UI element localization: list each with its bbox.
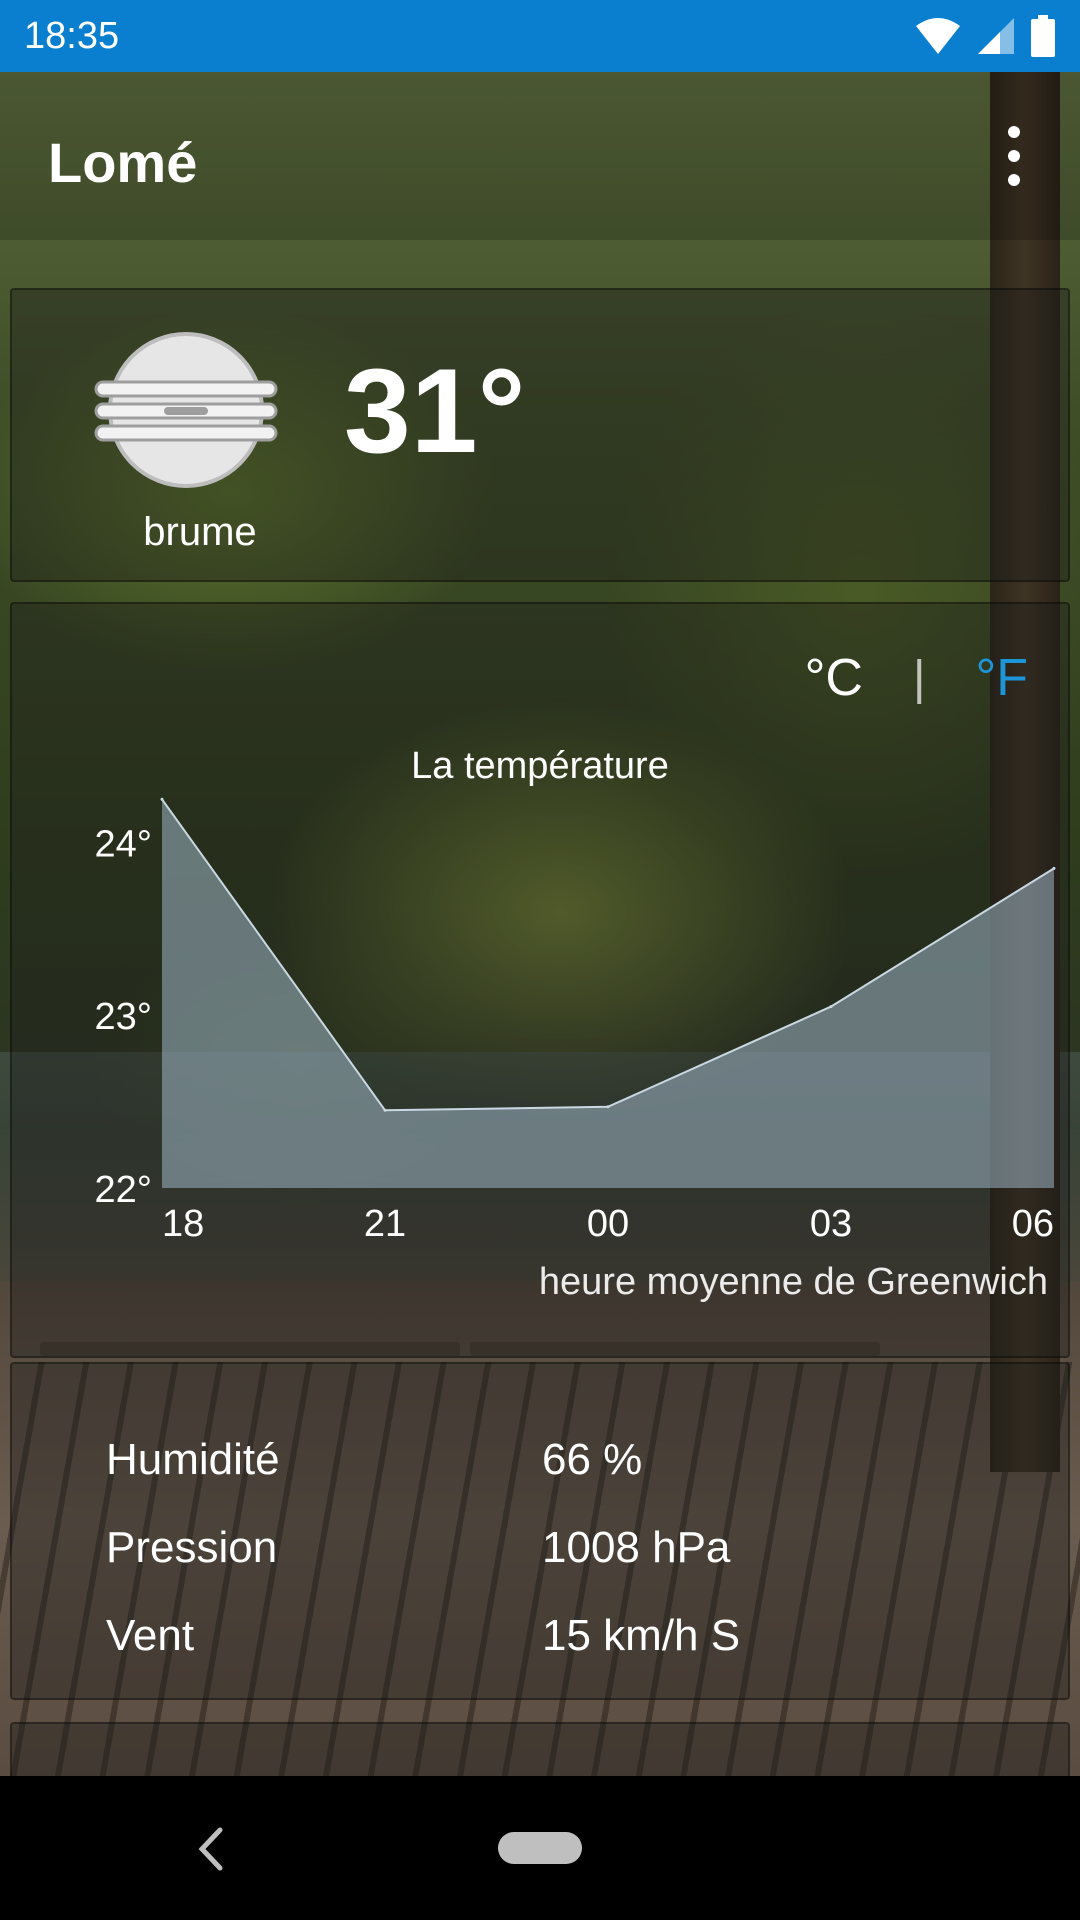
detail-row-pressure: Pression 1008 hPa — [106, 1504, 740, 1592]
detail-value: 66 % — [542, 1435, 643, 1484]
y-tick-label: 23° — [95, 996, 152, 1038]
x-axis-label: heure moyenne de Greenwich — [539, 1261, 1048, 1303]
battery-icon — [1031, 15, 1055, 57]
detail-row-wind: Vent 15 km/h S — [106, 1592, 740, 1680]
x-tick-label: 18 — [162, 1203, 204, 1245]
detail-value: 15 km/h S — [542, 1611, 741, 1660]
y-tick-label: 22° — [95, 1169, 152, 1211]
detail-label: Humidité — [106, 1435, 280, 1484]
x-tick-label: 03 — [810, 1203, 852, 1245]
y-tick-label: 24° — [95, 823, 152, 865]
temperature-point — [383, 1108, 387, 1112]
chart-title: La température — [411, 745, 669, 787]
temperature-area — [162, 799, 1054, 1188]
temperature-chart-card: °C | °F La température 24° 23° 22° 18 21 00 03… — [10, 602, 1070, 1358]
temperature-chart: La température 24° 23° 22°18 21 00 03 06 heure… — [95, 745, 1056, 1303]
home-pill-icon[interactable] — [498, 1832, 582, 1864]
x-tick-label: 00 — [587, 1203, 629, 1245]
next-card — [10, 1722, 1070, 1782]
detail-label: Pression — [106, 1523, 278, 1572]
cell-signal-icon — [978, 18, 1014, 54]
temperature-point — [606, 1105, 610, 1109]
detail-value: 1008 hPa — [542, 1523, 731, 1572]
temperature-point — [160, 797, 164, 801]
temperature-point — [1052, 866, 1056, 870]
x-tick-label: 06 — [1012, 1203, 1054, 1245]
navigation-bar — [0, 1776, 1080, 1920]
details-card: Humidité 66 % Pression 1008 hPa Vent 15 … — [10, 1362, 1070, 1700]
mist-icon — [94, 332, 278, 488]
more-vert-icon[interactable] — [994, 126, 1034, 186]
wifi-icon — [916, 18, 960, 54]
details-table: Humidité 66 % Pression 1008 hPa Vent 15 … — [106, 1416, 740, 1680]
app-bar: Lomé — [0, 72, 1080, 240]
detail-row-humidity: Humidité 66 % — [106, 1416, 740, 1504]
back-icon[interactable] — [190, 1822, 230, 1876]
condition-text: brume — [143, 510, 257, 554]
status-icons — [914, 15, 1056, 57]
status-time: 18:35 — [24, 14, 120, 57]
temperature-point — [829, 1005, 833, 1009]
city-title: Lomé — [48, 131, 198, 194]
detail-label: Vent — [106, 1611, 195, 1660]
x-tick-label: 21 — [364, 1203, 406, 1245]
current-temperature: 31° — [344, 344, 526, 478]
current-weather-card: brume 31° — [10, 288, 1070, 582]
status-bar: 18:35 — [0, 0, 1080, 72]
